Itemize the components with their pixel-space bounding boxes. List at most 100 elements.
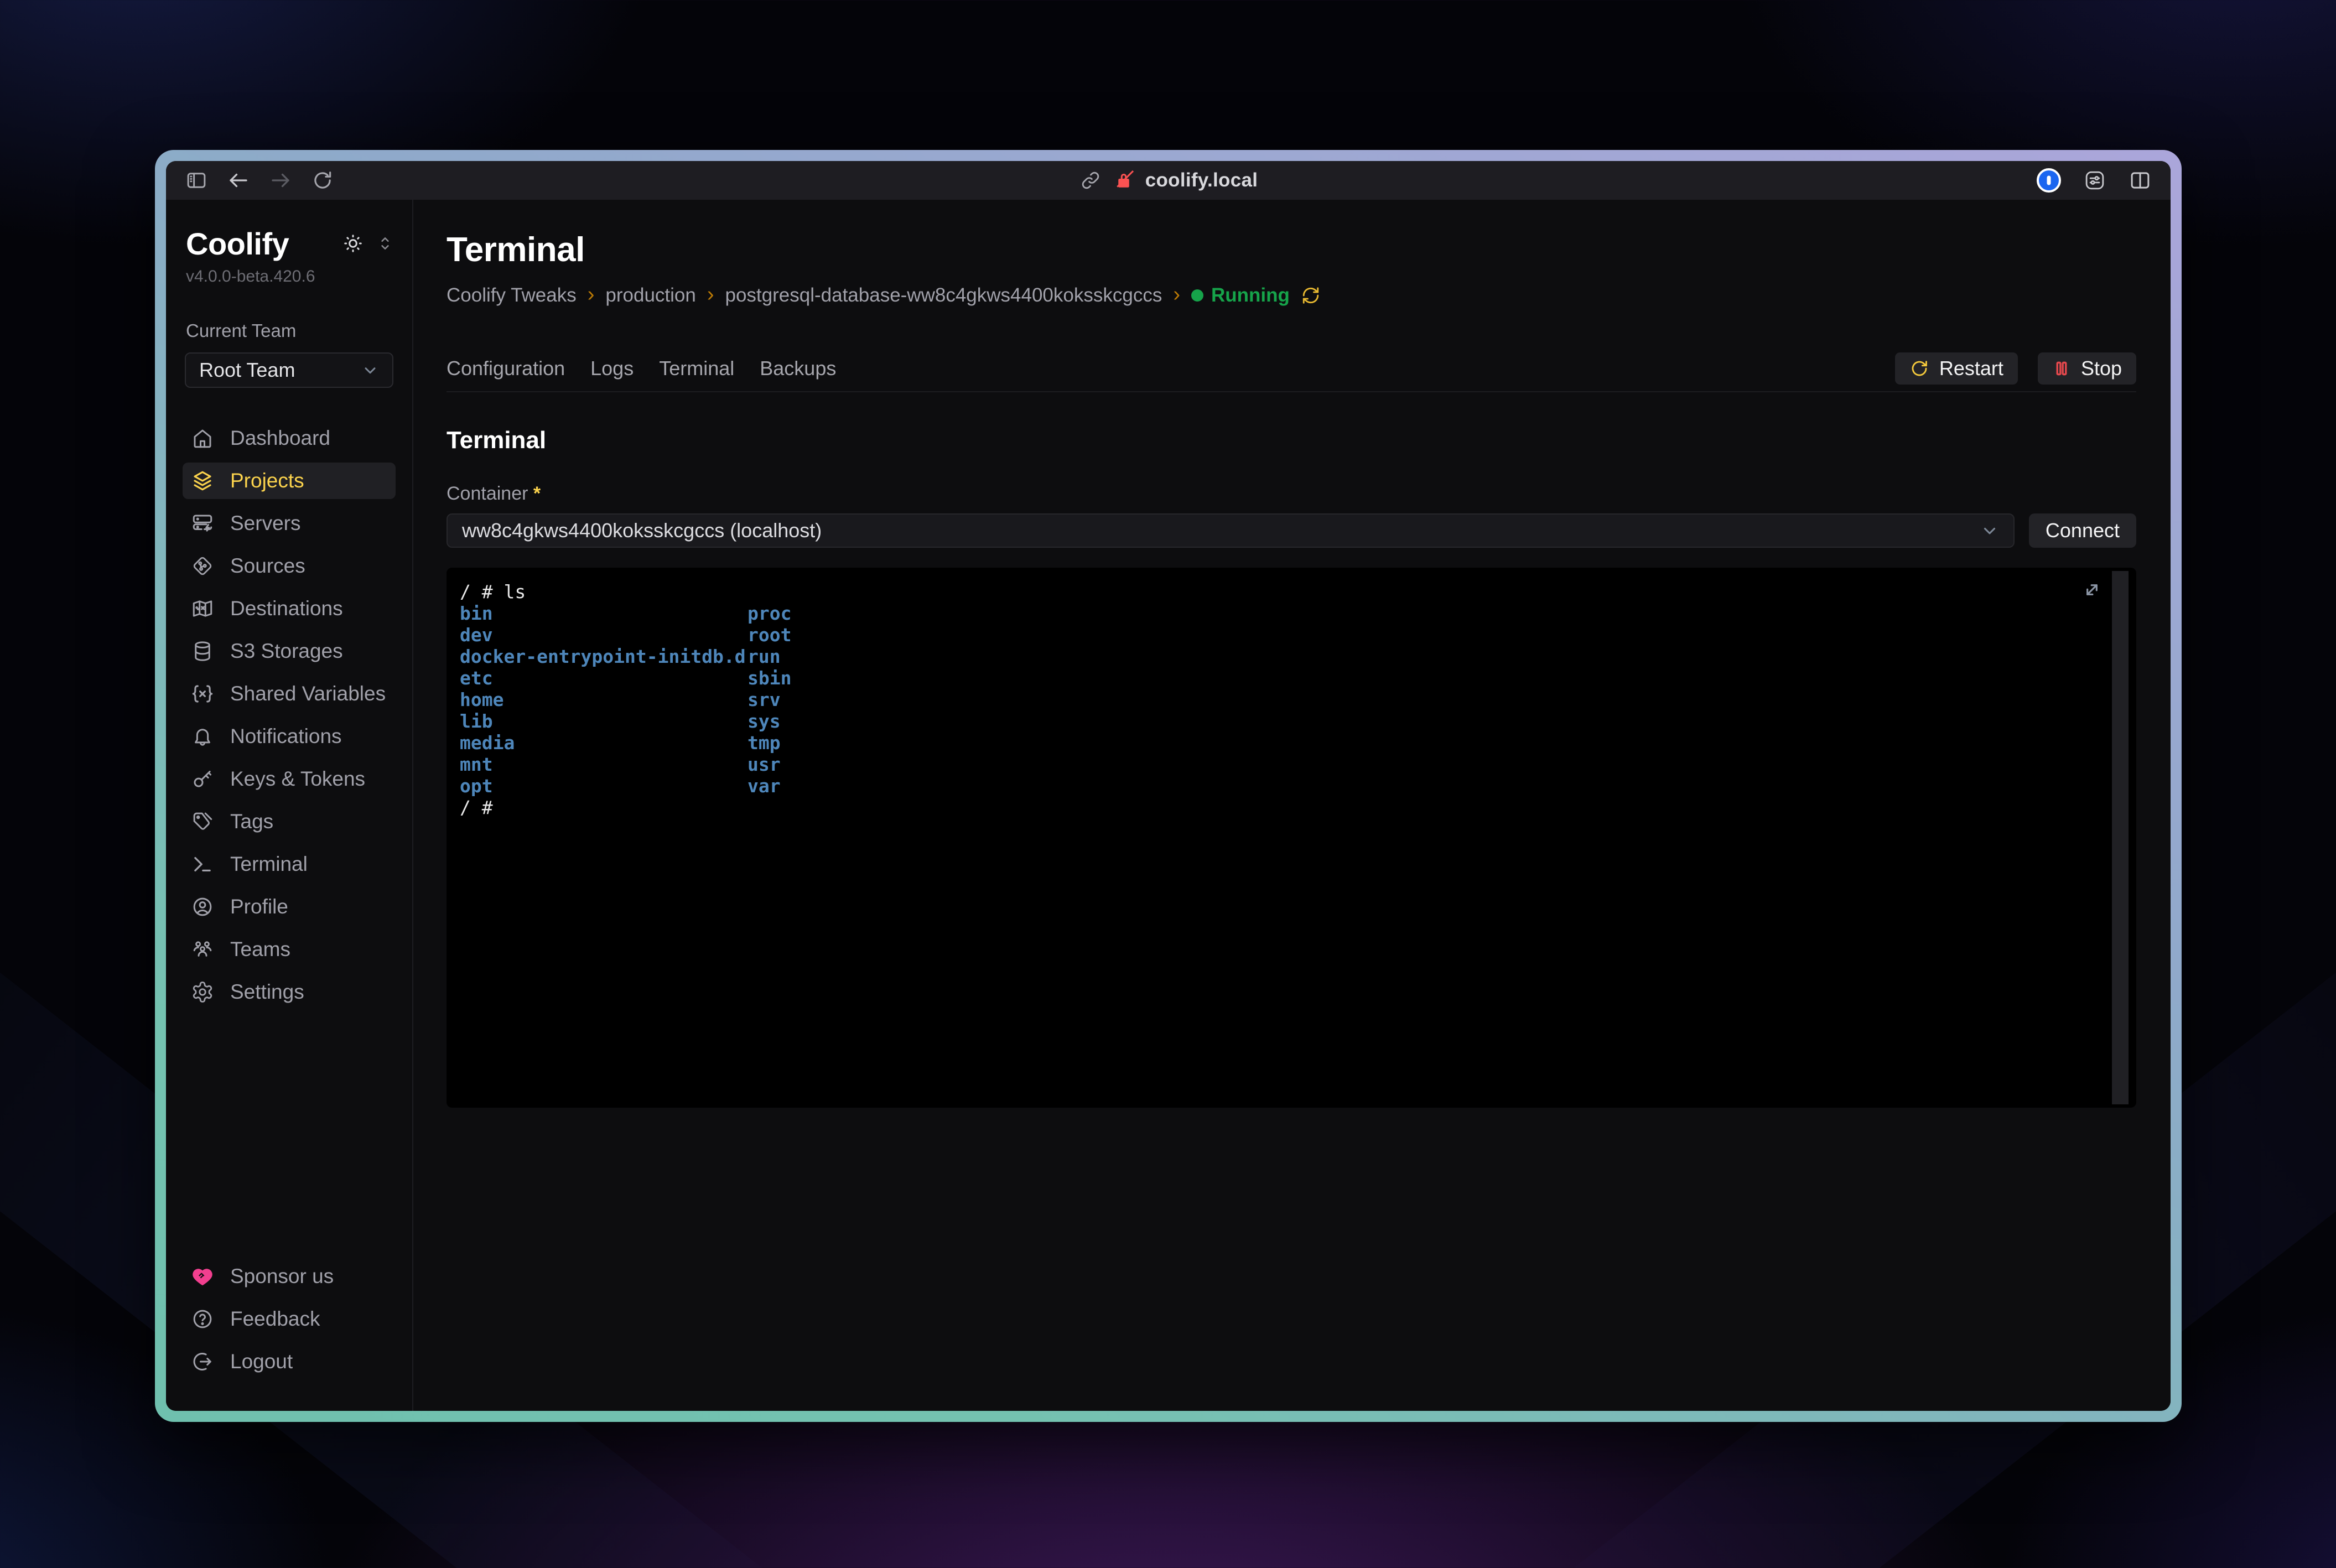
sidebar-toggle-icon[interactable] bbox=[185, 169, 208, 192]
terminal-command-line: / # ls bbox=[460, 581, 2086, 603]
reload-icon[interactable] bbox=[311, 169, 334, 192]
sidebar-item-logout[interactable]: Logout bbox=[183, 1343, 396, 1380]
address-bar[interactable]: coolify.local bbox=[417, 169, 1919, 192]
theme-toggle-sun-icon[interactable] bbox=[342, 233, 364, 254]
extensions-icon[interactable] bbox=[2083, 169, 2106, 192]
url-text: coolify.local bbox=[1145, 169, 1258, 191]
stop-icon bbox=[2052, 359, 2071, 378]
terminal-output[interactable]: / # ls binproc devroot docker-entrypoint… bbox=[447, 568, 2136, 1108]
map-icon bbox=[190, 596, 215, 621]
back-icon[interactable] bbox=[227, 169, 250, 192]
split-view-icon[interactable] bbox=[2129, 169, 2152, 192]
key-icon bbox=[190, 767, 215, 791]
required-asterisk: * bbox=[533, 483, 541, 504]
forward-icon[interactable] bbox=[269, 169, 292, 192]
tab-backups[interactable]: Backups bbox=[760, 352, 836, 385]
status-text: Running bbox=[1211, 284, 1290, 307]
sidebar-item-shared-variables[interactable]: Shared Variables bbox=[183, 676, 396, 712]
braces-x-icon bbox=[190, 682, 215, 706]
browser-window-frame: coolify.local Coolify bbox=[155, 150, 2182, 1422]
sidebar-item-keys-tokens[interactable]: Keys & Tokens bbox=[183, 761, 396, 797]
user-icon bbox=[190, 895, 215, 919]
terminal-prompt: / # bbox=[460, 797, 2086, 818]
sidebar-item-dashboard[interactable]: Dashboard bbox=[183, 420, 396, 456]
sidebar-item-projects[interactable]: Projects bbox=[183, 463, 396, 499]
terminal-dir: bin bbox=[460, 603, 747, 624]
sidebar-item-feedback[interactable]: Feedback bbox=[183, 1301, 396, 1337]
sidebar-item-sponsor-us[interactable]: Sponsor us bbox=[183, 1258, 396, 1295]
terminal-dir: etc bbox=[460, 667, 747, 689]
sidebar-item-s3-storages[interactable]: S3 Storages bbox=[183, 633, 396, 669]
sidebar-footer: Sponsor us Feedback Logout bbox=[183, 1258, 396, 1380]
browser-toolbar: coolify.local bbox=[166, 161, 2171, 200]
home-icon bbox=[190, 426, 215, 450]
chevron-down-icon bbox=[1980, 521, 1999, 540]
server-icon bbox=[190, 511, 215, 536]
onepassword-icon[interactable] bbox=[2037, 168, 2061, 193]
browser-window: coolify.local Coolify bbox=[166, 161, 2171, 1411]
sidebar-item-tags[interactable]: Tags bbox=[183, 803, 396, 840]
heart-hands-icon bbox=[190, 1264, 215, 1289]
terminal-dir: run bbox=[747, 646, 781, 667]
main-content: Terminal Coolify Tweaks › production › p… bbox=[413, 200, 2171, 1411]
team-select[interactable]: Root Team bbox=[185, 352, 393, 388]
stop-button[interactable]: Stop bbox=[2038, 352, 2136, 385]
app-version: v4.0.0-beta.420.6 bbox=[186, 267, 392, 286]
terminal-scrollbar[interactable] bbox=[2112, 571, 2129, 1104]
terminal-dir: sys bbox=[747, 710, 781, 732]
status-refresh-icon[interactable] bbox=[1301, 285, 1321, 305]
status-badge: Running bbox=[1191, 284, 1290, 307]
status-dot bbox=[1191, 289, 1203, 302]
terminal-dir: docker-entrypoint-initdb.d bbox=[460, 646, 747, 667]
container-field-label: Container * bbox=[447, 483, 2136, 505]
resource-nav-row: Configuration Logs Terminal Backups Rest… bbox=[447, 352, 2136, 392]
expand-icon[interactable] bbox=[2081, 579, 2103, 601]
tab-configuration[interactable]: Configuration bbox=[447, 352, 565, 385]
app-logo: Coolify bbox=[186, 229, 289, 259]
restart-button[interactable]: Restart bbox=[1895, 352, 2018, 385]
terminal-dir: dev bbox=[460, 624, 747, 646]
sidebar-item-servers[interactable]: Servers bbox=[183, 505, 396, 542]
breadcrumb: Coolify Tweaks › production › postgresql… bbox=[447, 284, 2136, 307]
tab-logs[interactable]: Logs bbox=[590, 352, 634, 385]
connect-button[interactable]: Connect bbox=[2029, 513, 2136, 548]
resource-actions: Restart Stop bbox=[1895, 352, 2136, 385]
logout-icon bbox=[190, 1349, 215, 1374]
terminal-dir: usr bbox=[747, 754, 781, 775]
users-icon bbox=[190, 937, 215, 962]
tab-terminal[interactable]: Terminal bbox=[659, 352, 734, 385]
bell-icon bbox=[190, 724, 215, 749]
gear-icon bbox=[190, 980, 215, 1004]
chevron-down-icon bbox=[361, 361, 379, 379]
sidebar-nav: Dashboard Projects Servers Sources Desti… bbox=[183, 420, 396, 1010]
sidebar-item-settings[interactable]: Settings bbox=[183, 974, 396, 1010]
breadcrumb-separator: › bbox=[1173, 284, 1180, 307]
layers-icon bbox=[190, 469, 215, 493]
terminal-dir: media bbox=[460, 732, 747, 754]
terminal-dir: root bbox=[747, 624, 791, 646]
insecure-lock-icon bbox=[1112, 169, 1135, 192]
breadcrumb-resource[interactable]: postgresql-database-ww8c4gkws4400koksskc… bbox=[725, 284, 1162, 307]
container-select[interactable]: ww8c4gkws4400koksskcgccs (localhost) bbox=[447, 513, 2015, 548]
sidebar-item-destinations[interactable]: Destinations bbox=[183, 590, 396, 627]
sidebar-item-profile[interactable]: Profile bbox=[183, 889, 396, 925]
breadcrumb-environment[interactable]: production bbox=[605, 284, 695, 307]
resource-tabs: Configuration Logs Terminal Backups bbox=[447, 352, 836, 385]
breadcrumb-project[interactable]: Coolify Tweaks bbox=[447, 284, 577, 307]
sidebar-item-notifications[interactable]: Notifications bbox=[183, 718, 396, 755]
git-branch-icon bbox=[190, 554, 215, 578]
app-root: Coolify v4.0.0-beta.420.6 Current Team R… bbox=[166, 200, 2171, 1411]
breadcrumb-separator: › bbox=[588, 284, 595, 307]
terminal-dir: mnt bbox=[460, 754, 747, 775]
sidebar-item-terminal[interactable]: Terminal bbox=[183, 846, 396, 882]
terminal-dir: var bbox=[747, 775, 781, 797]
sidebar-item-sources[interactable]: Sources bbox=[183, 548, 396, 584]
terminal-dir: srv bbox=[747, 689, 781, 710]
help-circle-icon bbox=[190, 1307, 215, 1331]
sidebar-item-teams[interactable]: Teams bbox=[183, 931, 396, 968]
terminal-dir: proc bbox=[747, 603, 791, 624]
terminal-dir: sbin bbox=[747, 667, 791, 689]
terminal-section-title: Terminal bbox=[447, 427, 2136, 454]
tag-icon bbox=[190, 809, 215, 834]
theme-mode-chevrons-icon[interactable] bbox=[378, 235, 392, 252]
